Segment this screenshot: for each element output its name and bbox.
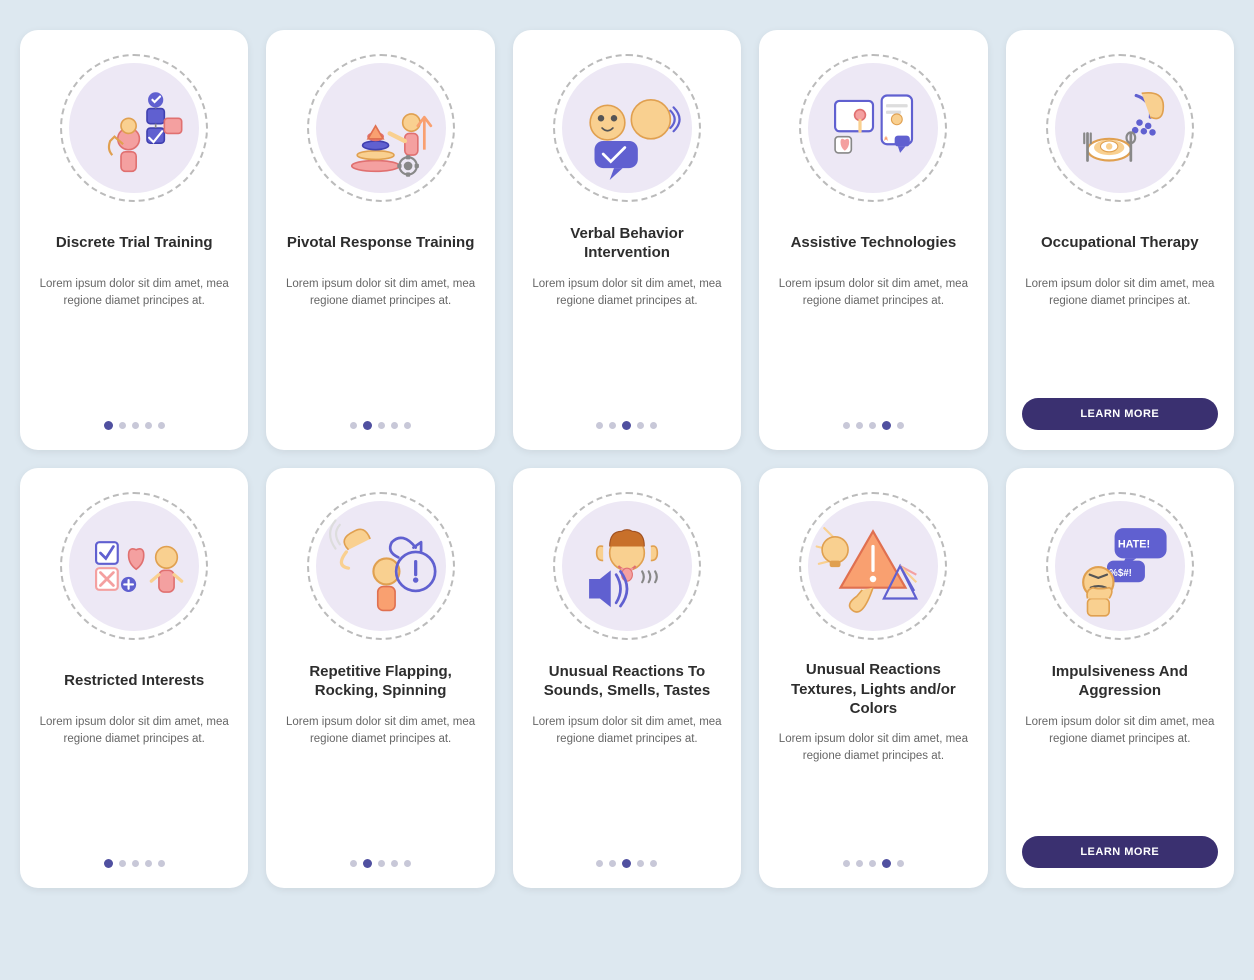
learn-more-button-impulsiveness[interactable]: LEARN MORE	[1022, 836, 1218, 868]
card-dots-assistive-tech	[843, 421, 904, 430]
card-grid-row2: Restricted Interests Lorem ipsum dolor s…	[20, 468, 1234, 888]
card-title-unusual-textures: Unusual Reactions Textures, Lights and/o…	[775, 660, 971, 719]
dot-4	[145, 860, 152, 867]
card-restricted-interests: Restricted Interests Lorem ipsum dolor s…	[20, 468, 248, 888]
dot-4	[637, 860, 644, 867]
dot-5	[897, 422, 904, 429]
card-occupational-therapy: Occupational Therapy Lorem ipsum dolor s…	[1006, 30, 1234, 450]
card-unusual-textures: Unusual Reactions Textures, Lights and/o…	[759, 468, 987, 888]
dot-1	[350, 422, 357, 429]
dot-3	[132, 860, 139, 867]
dot-4	[637, 422, 644, 429]
dot-4	[882, 859, 891, 868]
dot-1	[596, 860, 603, 867]
card-body-discrete-trial: Lorem ipsum dolor sit dim amet, mea regi…	[36, 276, 232, 409]
dot-5	[897, 860, 904, 867]
card-dots-unusual-sounds	[596, 859, 657, 868]
card-icon-unusual-sounds	[547, 486, 707, 646]
card-body-impulsiveness: Lorem ipsum dolor sit dim amet, mea regi…	[1022, 714, 1218, 816]
card-icon-restricted-interests	[54, 486, 214, 646]
dot-5	[158, 860, 165, 867]
card-icon-impulsiveness: HATE! %$#!	[1040, 486, 1200, 646]
card-body-unusual-textures: Lorem ipsum dolor sit dim amet, mea regi…	[775, 731, 971, 848]
card-verbal-behavior: Verbal Behavior Intervention Lorem ipsum…	[513, 30, 741, 450]
card-icon-pivotal-response	[301, 48, 461, 208]
dot-3	[869, 422, 876, 429]
card-dots-pivotal-response	[350, 421, 411, 430]
dot-4	[882, 421, 891, 430]
card-dots-restricted-interests	[104, 859, 165, 868]
card-body-unusual-sounds: Lorem ipsum dolor sit dim amet, mea regi…	[529, 714, 725, 847]
card-body-occupational-therapy: Lorem ipsum dolor sit dim amet, mea regi…	[1022, 276, 1218, 378]
card-title-discrete-trial: Discrete Trial Training	[56, 222, 213, 264]
card-icon-unusual-textures	[793, 486, 953, 646]
dot-4	[391, 422, 398, 429]
dot-5	[404, 422, 411, 429]
card-title-repetitive-flapping: Repetitive Flapping, Rocking, Spinning	[282, 660, 478, 702]
dot-3	[622, 421, 631, 430]
dot-1	[596, 422, 603, 429]
dot-2	[609, 422, 616, 429]
dot-2	[609, 860, 616, 867]
card-icon-occupational-therapy	[1040, 48, 1200, 208]
card-assistive-tech: Assistive Technologies Lorem ipsum dolor…	[759, 30, 987, 450]
dot-2	[363, 421, 372, 430]
dot-5	[650, 860, 657, 867]
card-discrete-trial: Discrete Trial Training Lorem ipsum dolo…	[20, 30, 248, 450]
dot-5	[650, 422, 657, 429]
dot-3	[132, 422, 139, 429]
dot-2	[119, 860, 126, 867]
dot-2	[363, 859, 372, 868]
dot-2	[856, 422, 863, 429]
card-body-assistive-tech: Lorem ipsum dolor sit dim amet, mea regi…	[775, 276, 971, 409]
card-dots-discrete-trial	[104, 421, 165, 430]
card-icon-discrete-trial	[54, 48, 214, 208]
dot-4	[145, 422, 152, 429]
card-icon-repetitive-flapping	[301, 486, 461, 646]
card-title-verbal-behavior: Verbal Behavior Intervention	[529, 222, 725, 264]
dot-5	[404, 860, 411, 867]
dot-2	[119, 422, 126, 429]
card-title-unusual-sounds: Unusual Reactions To Sounds, Smells, Tas…	[529, 660, 725, 702]
card-body-verbal-behavior: Lorem ipsum dolor sit dim amet, mea regi…	[529, 276, 725, 409]
dot-1	[843, 422, 850, 429]
dot-5	[158, 422, 165, 429]
card-icon-verbal-behavior	[547, 48, 707, 208]
dot-1	[843, 860, 850, 867]
dot-4	[391, 860, 398, 867]
card-repetitive-flapping: Repetitive Flapping, Rocking, Spinning L…	[266, 468, 494, 888]
dot-1	[104, 859, 113, 868]
dot-1	[104, 421, 113, 430]
card-dots-repetitive-flapping	[350, 859, 411, 868]
card-dots-unusual-textures	[843, 859, 904, 868]
card-title-occupational-therapy: Occupational Therapy	[1041, 222, 1199, 264]
card-dots-verbal-behavior	[596, 421, 657, 430]
card-unusual-sounds: Unusual Reactions To Sounds, Smells, Tas…	[513, 468, 741, 888]
svg-text:HATE!: HATE!	[1118, 539, 1150, 551]
dot-3	[378, 422, 385, 429]
card-body-restricted-interests: Lorem ipsum dolor sit dim amet, mea regi…	[36, 714, 232, 847]
card-title-restricted-interests: Restricted Interests	[64, 660, 204, 702]
card-impulsiveness: HATE! %$#!	[1006, 468, 1234, 888]
card-title-impulsiveness: Impulsiveness And Aggression	[1022, 660, 1218, 702]
dot-3	[378, 860, 385, 867]
card-body-pivotal-response: Lorem ipsum dolor sit dim amet, mea regi…	[282, 276, 478, 409]
dot-3	[622, 859, 631, 868]
card-icon-assistive-tech	[793, 48, 953, 208]
card-title-pivotal-response: Pivotal Response Training	[287, 222, 475, 264]
card-body-repetitive-flapping: Lorem ipsum dolor sit dim amet, mea regi…	[282, 714, 478, 847]
dot-1	[350, 860, 357, 867]
card-title-assistive-tech: Assistive Technologies	[791, 222, 957, 264]
learn-more-button-occupational[interactable]: LEARN MORE	[1022, 398, 1218, 430]
card-grid-row1: Discrete Trial Training Lorem ipsum dolo…	[20, 30, 1234, 450]
dot-3	[869, 860, 876, 867]
card-pivotal-response: Pivotal Response Training Lorem ipsum do…	[266, 30, 494, 450]
dot-2	[856, 860, 863, 867]
